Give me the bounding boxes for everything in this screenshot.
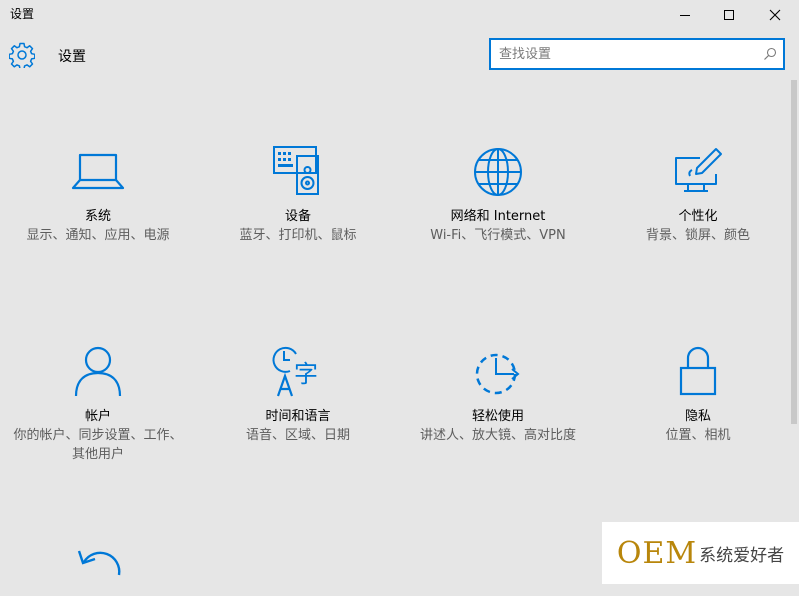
tile-description: 讲述人、放大镜、高对比度: [419, 428, 576, 443]
search-box[interactable]: [489, 38, 785, 70]
devices-icon: [273, 146, 319, 195]
tile-description: 你的帐户、同步设置、工作、其他用户: [13, 428, 183, 462]
lock-icon: [679, 346, 717, 396]
title-bar: 设置: [0, 0, 799, 30]
tile-description: Wi-Fi、飞行模式、VPN: [430, 228, 566, 243]
tile-accounts[interactable]: 帐户 你的帐户、同步设置、工作、其他用户: [3, 344, 193, 464]
watermark-text: 系统爱好者: [699, 545, 785, 566]
page-title: 设置: [58, 49, 86, 65]
settings-header: 设置: [0, 34, 799, 78]
laptop-icon: [71, 153, 125, 190]
minimize-button[interactable]: [662, 0, 708, 30]
tile-name: 时间和语言: [265, 409, 331, 424]
tile-name: 设备: [284, 209, 311, 224]
maximize-icon: [724, 10, 734, 20]
tile-ease-of-access[interactable]: 轻松使用 讲述人、放大镜、高对比度: [403, 344, 593, 445]
ease-of-access-icon: [475, 353, 520, 395]
personalization-icon: [675, 148, 722, 192]
watermark-oem: OEM: [616, 535, 698, 571]
time-language-icon: 字: [272, 346, 318, 397]
tile-description: 显示、通知、应用、电源: [26, 228, 170, 243]
tile-system[interactable]: 系统 显示、通知、应用、电源: [3, 144, 193, 245]
tile-personalization[interactable]: 个性化 背景、锁屏、颜色: [603, 144, 793, 245]
tile-name: 帐户: [84, 409, 111, 424]
tile-privacy[interactable]: 隐私 位置、相机: [603, 344, 793, 445]
tile-description: 语音、区域、日期: [245, 428, 350, 443]
tile-description: 背景、锁屏、颜色: [645, 228, 750, 243]
minimize-icon: [680, 15, 690, 16]
gear-icon: [9, 42, 35, 68]
search-icon[interactable]: [763, 47, 777, 61]
tile-time-language[interactable]: 字 时间和语言 语音、区域、日期: [203, 344, 393, 445]
tile-description: 位置、相机: [665, 428, 731, 443]
watermark: OEM 系统爱好者: [602, 522, 799, 584]
svg-text:字: 字: [294, 360, 318, 388]
tile-devices[interactable]: 设备 蓝牙、打印机、鼠标: [203, 144, 393, 245]
tile-network[interactable]: 网络和 Internet Wi-Fi、飞行模式、VPN: [403, 144, 593, 245]
tile-update[interactable]: [3, 540, 193, 596]
person-icon: [74, 346, 122, 397]
tile-description: 蓝牙、打印机、鼠标: [239, 228, 357, 243]
close-icon: [769, 9, 781, 21]
tile-name: 网络和 Internet: [450, 209, 546, 224]
globe-icon: [474, 148, 522, 196]
maximize-button[interactable]: [706, 0, 752, 30]
update-icon: [77, 550, 121, 576]
close-button[interactable]: [752, 0, 798, 30]
window-title: 设置: [10, 7, 35, 21]
tile-name: 轻松使用: [471, 409, 524, 424]
search-input[interactable]: [499, 40, 759, 68]
tile-name: 隐私: [684, 409, 711, 424]
tile-name: 系统: [84, 209, 111, 224]
tile-name: 个性化: [678, 209, 718, 224]
